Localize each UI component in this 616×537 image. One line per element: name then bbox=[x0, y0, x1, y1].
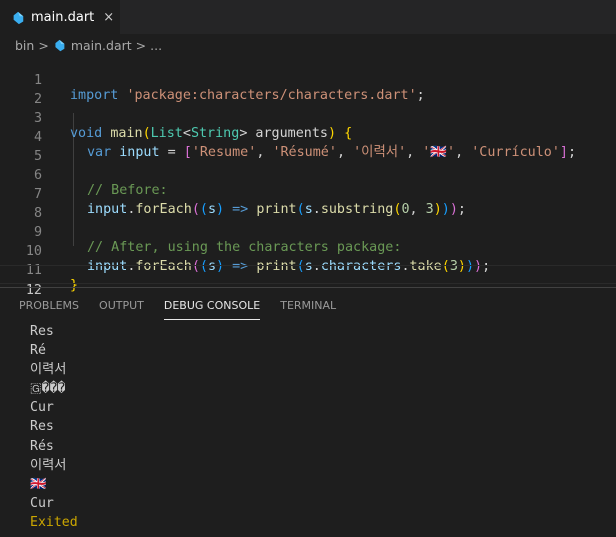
code-editor[interactable]: 1 import 'package:characters/characters.… bbox=[0, 56, 616, 298]
console-line: Rés bbox=[30, 438, 54, 454]
tab-main-dart[interactable]: main.dart × bbox=[0, 0, 120, 34]
chevron-right-icon: > bbox=[38, 37, 49, 53]
chevron-right-icon: > bbox=[135, 37, 147, 53]
console-line: Cur bbox=[30, 400, 54, 416]
console-line: 🇬🇧 bbox=[30, 476, 47, 492]
code-line: 3 void main(List<String> arguments) { bbox=[0, 94, 616, 141]
panel-tab-bar: PROBLEMS OUTPUT DEBUG CONSOLE TERMINAL bbox=[0, 288, 616, 324]
console-line: 🇬��� bbox=[30, 381, 66, 397]
code-line: 2 bbox=[0, 75, 616, 107]
code-line: 7 input.forEach((s) => print(s.substring… bbox=[0, 170, 616, 217]
close-icon[interactable]: × bbox=[103, 10, 114, 25]
tab-terminal[interactable]: TERMINAL bbox=[280, 288, 336, 324]
console-line: Res bbox=[30, 419, 54, 435]
code-line: 9 // After, using the characters package… bbox=[0, 208, 616, 255]
code-line: 1 import 'package:characters/characters.… bbox=[0, 56, 616, 103]
tab-label: main.dart bbox=[31, 10, 95, 25]
console-exited-status: Exited bbox=[30, 514, 78, 530]
vscode-window: main.dart × bin > main.dart > ... 1 impo… bbox=[0, 0, 616, 537]
current-code-line[interactable]: 12 bbox=[0, 265, 616, 298]
tab-problems[interactable]: PROBLEMS bbox=[19, 288, 79, 324]
code-line: 6 // Before: bbox=[0, 151, 616, 198]
console-line: 이력서 bbox=[30, 457, 67, 473]
code-line: 8 bbox=[0, 189, 616, 221]
breadcrumb-more[interactable]: ... bbox=[150, 38, 162, 53]
breadcrumb-folder[interactable]: bin bbox=[15, 38, 34, 53]
code-line: 5 bbox=[0, 132, 616, 164]
code-line: 11 } bbox=[0, 246, 616, 293]
dart-file-icon bbox=[13, 11, 24, 24]
code-line: 4 var input = ['Resume', 'Résumé', '이력서'… bbox=[0, 113, 616, 160]
tab-output[interactable]: OUTPUT bbox=[99, 288, 144, 324]
breadcrumb-file[interactable]: main.dart bbox=[71, 38, 132, 53]
console-line: Ré bbox=[30, 343, 46, 359]
console-line: Res bbox=[30, 324, 54, 339]
code-line: 10 input.forEach((s) => print(s.characte… bbox=[0, 227, 616, 274]
console-line: Cur bbox=[30, 495, 54, 511]
tab-bar: main.dart × bbox=[0, 0, 616, 34]
breadcrumb: bin > main.dart > ... bbox=[0, 34, 616, 56]
dart-file-icon bbox=[55, 39, 65, 51]
console-line: 이력서 bbox=[30, 362, 67, 378]
tab-debug-console[interactable]: DEBUG CONSOLE bbox=[163, 288, 261, 324]
debug-console-output: Res Ré 이력서 🇬��� Cur Res Rés 이력서 🇬🇧 Cur E… bbox=[30, 322, 610, 532]
